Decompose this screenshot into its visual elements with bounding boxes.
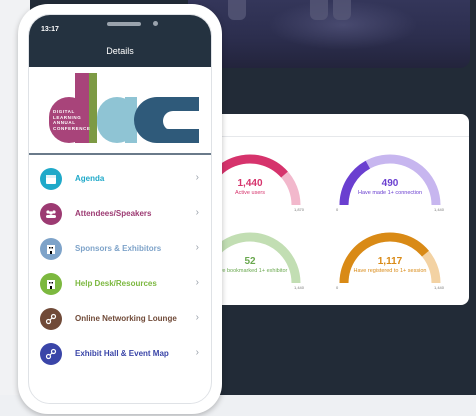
conference-logo: DIGITAL LEARNING ANNUAL CONFERENCE [29, 67, 211, 155]
menu-item-label: Sponsors & Exhibitors [75, 244, 162, 253]
chevron-right-icon: › [195, 347, 199, 358]
link-icon [40, 308, 62, 330]
camera-dot [153, 21, 158, 26]
screen-bottom [29, 390, 211, 403]
menu-item-exhibit-hall-event-map[interactable]: Exhibit Hall & Event Map › [29, 338, 211, 372]
gauge-max-label: 1,440 [293, 285, 304, 290]
building-icon [40, 238, 62, 260]
speaker-grille [107, 22, 141, 26]
phone-mockup: 13:17 Details DIGITAL LEARNING ANNUAL CO… [18, 4, 222, 414]
app-header: 13:17 Details [29, 15, 211, 67]
logo-text: DIGITAL LEARNING ANNUAL CONFERENCE [53, 109, 91, 131]
gauge-max-label: 1,870 [293, 207, 304, 212]
gauge-card: 1,117 Have registered to 1+ session 0 1,440 [335, 228, 445, 294]
menu-item-label: Help Desk/Resources [75, 279, 157, 288]
analytics-card: 1,440Active users01,870490Have made 1+ c… [190, 114, 469, 305]
building-icon [40, 273, 62, 295]
menu-item-label: Agenda [75, 174, 105, 183]
menu-item-label: Exhibit Hall & Event Map [75, 349, 169, 358]
gauge-min-label: 0 [336, 207, 339, 212]
menu-item-attendees-speakers[interactable]: Attendees/Speakers › [29, 198, 211, 232]
gauge-max-label: 1,440 [433, 207, 444, 212]
page-title: Details [106, 46, 134, 56]
gauge-caption: Have registered to 1+ session [353, 268, 427, 274]
chevron-right-icon: › [195, 277, 199, 288]
menu-item-help-desk-resources[interactable]: Help Desk/Resources › [29, 268, 211, 302]
menu-item-label: Attendees/Speakers [75, 209, 152, 218]
logo-divider [29, 153, 211, 155]
status-time: 13:17 [41, 26, 59, 33]
phone-screen: 13:17 Details DIGITAL LEARNING ANNUAL CO… [28, 14, 212, 404]
menu-item-sponsors-exhibitors[interactable]: Sponsors & Exhibitors › [29, 233, 211, 267]
calendar-icon [40, 168, 62, 190]
people-icon [40, 203, 62, 225]
gauge-card: 490 Have made 1+ connection 0 1,440 [335, 150, 445, 216]
chevron-right-icon: › [195, 242, 199, 253]
gauge-min-label: 0 [336, 285, 339, 290]
chevron-right-icon: › [195, 172, 199, 183]
gauge-value: 490 [381, 178, 399, 189]
chevron-right-icon: › [195, 207, 199, 218]
menu-item-label: Online Networking Lounge [75, 314, 177, 323]
gauge-caption: Have made 1+ connection [357, 190, 423, 196]
gauge-max-label: 1,440 [433, 285, 444, 290]
event-photo [188, 0, 470, 68]
chevron-right-icon: › [195, 312, 199, 323]
link-icon [40, 343, 62, 365]
menu-item-online-networking-lounge[interactable]: Online Networking Lounge › [29, 303, 211, 337]
card-divider [190, 136, 469, 137]
menu-item-agenda[interactable]: Agenda › [29, 163, 211, 197]
gauge-value: 1,117 [377, 256, 403, 267]
